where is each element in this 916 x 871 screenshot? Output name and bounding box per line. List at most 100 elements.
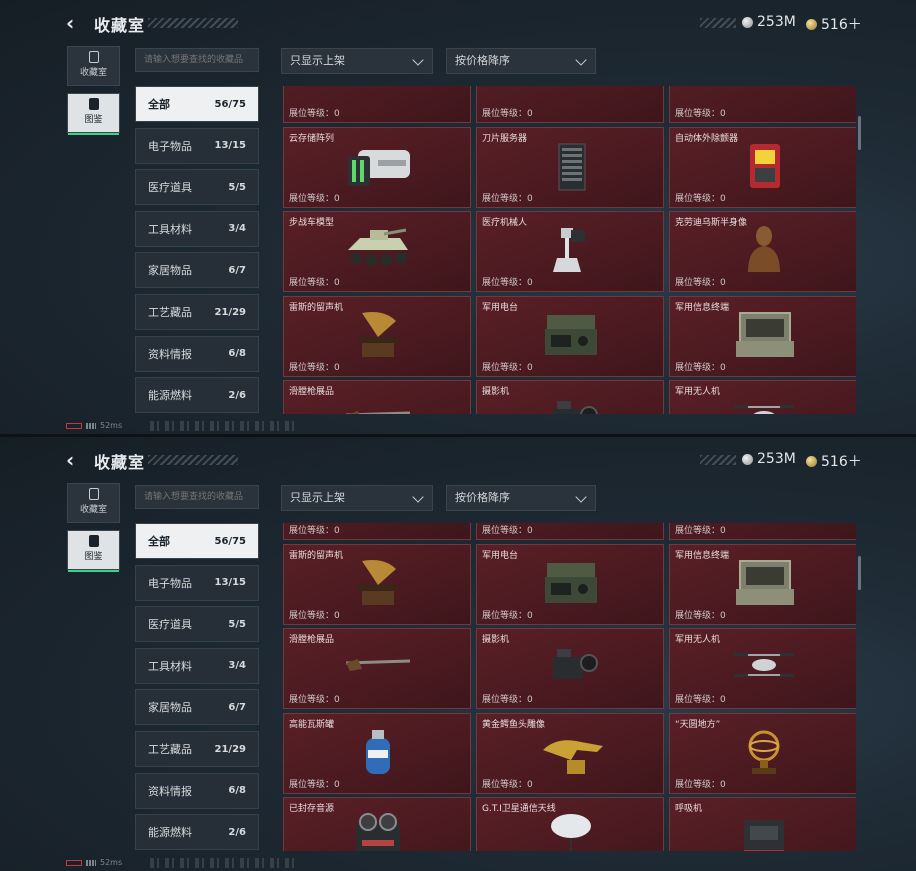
category-label: 工艺藏品 bbox=[148, 306, 192, 319]
category-item[interactable]: 家居物品 6/7 bbox=[135, 689, 259, 726]
collection-card[interactable]: 军用无人机展位等级：0 bbox=[669, 380, 856, 414]
collection-card[interactable]: 医疗机械人 展位等级：0 bbox=[476, 211, 664, 292]
collection-card[interactable]: 雷斯的留声机 展位等级：0 bbox=[283, 543, 471, 625]
server-icon bbox=[537, 142, 605, 192]
category-count: 13/15 bbox=[214, 577, 246, 589]
sort-label: 按价格降序 bbox=[455, 491, 510, 504]
collection-card[interactable]: 云存储阵列 展位等级：0 bbox=[283, 126, 471, 208]
category-item[interactable]: 能源燃料 2/6 bbox=[135, 377, 259, 414]
collection-card[interactable]: 摄影机展位等级：0 bbox=[476, 380, 664, 414]
chevron-down-icon bbox=[412, 491, 424, 503]
back-arrow-icon[interactable]: ‹ bbox=[66, 13, 84, 33]
collection-card[interactable]: 展位等级：0 bbox=[669, 86, 856, 123]
scrollbar-thumb[interactable] bbox=[858, 556, 861, 590]
nav-tab-1[interactable]: 图鉴 bbox=[67, 530, 120, 572]
category-item[interactable]: 能源燃料 2/6 bbox=[135, 814, 259, 851]
card-level: 展位等级：0 bbox=[289, 193, 340, 204]
collection-card[interactable]: 展位等级：0 bbox=[283, 86, 471, 123]
card-level: 展位等级：0 bbox=[289, 109, 340, 119]
category-item[interactable]: 资料情报 6/8 bbox=[135, 335, 259, 372]
category-item[interactable]: 全部 56/75 bbox=[135, 86, 259, 122]
category-label: 家居物品 bbox=[148, 264, 192, 278]
nav-tab-1[interactable]: 图鉴 bbox=[67, 93, 120, 135]
collection-card[interactable]: 已封存音源展位等级：0 bbox=[283, 797, 471, 851]
collection-card[interactable]: 滑膛枪展品展位等级：0 bbox=[283, 380, 471, 414]
battery-icon bbox=[66, 422, 82, 429]
nav-tab-label: 图鉴 bbox=[84, 115, 103, 125]
crate-icon bbox=[344, 86, 412, 107]
collection-card[interactable]: 呼吸机展位等级：0 bbox=[669, 797, 856, 851]
card-level: 展位等级：0 bbox=[675, 610, 726, 621]
nav-tab-0[interactable]: 收藏室 bbox=[67, 46, 120, 86]
category-item[interactable]: 电子物品 13/15 bbox=[135, 564, 259, 601]
gallery-icon bbox=[88, 535, 99, 547]
collection-card[interactable]: 高能瓦斯罐 展位等级：0 bbox=[283, 712, 471, 794]
category-label: 全部 bbox=[148, 98, 170, 111]
card-level: 展位等级：0 bbox=[482, 109, 533, 119]
category-label: 资料情报 bbox=[148, 347, 192, 361]
collection-card[interactable]: “天圆地方” 展位等级：0 bbox=[669, 712, 856, 794]
page-title: 收藏室 bbox=[94, 453, 146, 472]
category-item[interactable]: 全部 56/75 bbox=[135, 523, 259, 559]
collection-card[interactable]: 军用电台 展位等级：0 bbox=[476, 295, 664, 377]
category-item[interactable]: 电子物品 13/15 bbox=[135, 127, 259, 164]
category-count: 56/75 bbox=[214, 535, 246, 547]
category-count: 56/75 bbox=[214, 98, 246, 110]
card-level: 展位等级：0 bbox=[482, 779, 533, 790]
collection-card[interactable]: 展位等级：0 bbox=[476, 523, 664, 540]
back-arrow-icon[interactable]: ‹ bbox=[66, 450, 84, 470]
category-item[interactable]: 医疗道具 5/5 bbox=[135, 606, 259, 643]
status-bar: 52ms bbox=[66, 421, 122, 430]
collection-card[interactable]: 步战车模型 展位等级：0 bbox=[283, 211, 471, 292]
sort-dropdown[interactable]: 按价格降序 bbox=[446, 485, 596, 511]
category-item[interactable]: 工具材料 3/4 bbox=[135, 210, 259, 247]
collection-card[interactable]: 军用电台 展位等级：0 bbox=[476, 543, 664, 625]
gas-tank-icon bbox=[344, 728, 412, 778]
collection-card[interactable]: 展位等级：0 bbox=[283, 523, 471, 540]
category-count: 13/15 bbox=[214, 140, 246, 152]
gold-amount: 516＋ bbox=[821, 454, 862, 470]
category-item[interactable]: 家居物品 6/7 bbox=[135, 252, 259, 289]
tool-icon bbox=[537, 86, 605, 107]
gramophone-icon bbox=[344, 311, 412, 361]
search-input[interactable] bbox=[135, 48, 259, 72]
display-filter-dropdown[interactable]: 只显示上架 bbox=[281, 485, 433, 511]
collection-card[interactable]: 摄影机展位等级：0 bbox=[476, 628, 664, 709]
scrollbar-thumb[interactable] bbox=[858, 116, 861, 150]
category-label: 能源燃料 bbox=[148, 826, 192, 840]
ping-value: 52ms bbox=[100, 421, 123, 430]
collection-grid: 展位等级：0 展位等级：0 展位等级：0 云存储阵列 展位等级：0 刀片服务器 展位等级：0… bbox=[280, 86, 856, 414]
card-level: 展位等级：0 bbox=[289, 526, 340, 536]
collection-card[interactable]: 黄金鳄鱼头雕像 展位等级：0 bbox=[476, 712, 664, 794]
sort-dropdown[interactable]: 按价格降序 bbox=[446, 48, 596, 74]
nav-tab-0[interactable]: 收藏室 bbox=[67, 483, 120, 523]
card-name: 自动体外除颤器 bbox=[675, 133, 739, 144]
category-item[interactable]: 工具材料 3/4 bbox=[135, 647, 259, 684]
category-label: 工具材料 bbox=[148, 659, 192, 673]
gold-amount: 516＋ bbox=[821, 17, 862, 33]
category-item[interactable]: 资料情报 6/8 bbox=[135, 772, 259, 809]
card-level: 展位等级：0 bbox=[289, 695, 340, 705]
collection-card[interactable]: 展位等级：0 bbox=[669, 523, 856, 540]
collection-card[interactable]: 军用信息终端 展位等级：0 bbox=[669, 543, 856, 625]
collection-card[interactable]: 刀片服务器 展位等级：0 bbox=[476, 126, 664, 208]
card-name: 已封存音源 bbox=[289, 804, 335, 814]
category-item[interactable]: 工艺藏品 21/29 bbox=[135, 731, 259, 767]
collection-card[interactable]: 军用无人机展位等级：0 bbox=[669, 628, 856, 709]
collection-card[interactable]: 展位等级：0 bbox=[476, 86, 664, 123]
category-item[interactable]: 工艺藏品 21/29 bbox=[135, 294, 259, 330]
collection-card[interactable]: G.T.I卫星通信天线展位等级：0 bbox=[476, 797, 664, 851]
card-level: 展位等级：0 bbox=[289, 779, 340, 790]
collection-card[interactable]: 军用信息终端 展位等级：0 bbox=[669, 295, 856, 377]
category-item[interactable]: 医疗道具 5/5 bbox=[135, 169, 259, 206]
archive-icon bbox=[88, 488, 99, 500]
display-filter-dropdown[interactable]: 只显示上架 bbox=[281, 48, 433, 74]
collection-card[interactable]: 滑膛枪展品展位等级：0 bbox=[283, 628, 471, 709]
collection-card[interactable]: 雷斯的留声机 展位等级：0 bbox=[283, 295, 471, 377]
card-level: 展位等级：0 bbox=[289, 278, 340, 288]
card-name: 雷斯的留声机 bbox=[289, 550, 344, 561]
search-input[interactable] bbox=[135, 485, 259, 509]
collection-card[interactable]: 克劳迪乌斯半身像 展位等级：0 bbox=[669, 211, 856, 292]
collection-card[interactable]: 自动体外除颤器 展位等级：0 bbox=[669, 126, 856, 208]
silver-amount: 253M bbox=[757, 451, 796, 467]
